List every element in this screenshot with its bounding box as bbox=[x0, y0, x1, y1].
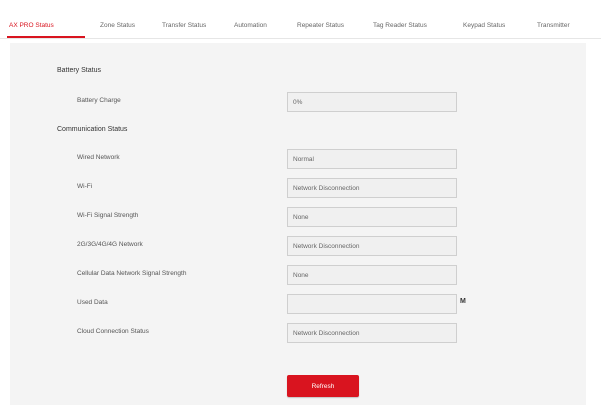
tab-keypad-status[interactable]: Keypad Status bbox=[463, 22, 505, 29]
refresh-button[interactable]: Refresh bbox=[287, 375, 359, 397]
tab-transmitter[interactable]: Transmitter bbox=[537, 22, 570, 29]
wifi-signal-strength-field[interactable] bbox=[287, 207, 457, 227]
tab-automation[interactable]: Automation bbox=[234, 22, 267, 29]
cellular-network-field[interactable] bbox=[287, 236, 457, 256]
cellular-signal-strength-field[interactable] bbox=[287, 265, 457, 285]
tab-zone-status[interactable]: Zone Status bbox=[100, 22, 135, 29]
cellular-signal-strength-label: Cellular Data Network Signal Strength bbox=[77, 270, 187, 277]
communication-section-title: Communication Status bbox=[57, 126, 128, 133]
cellular-network-label: 2G/3G/4G/4G Network bbox=[77, 241, 143, 248]
wired-network-field[interactable] bbox=[287, 149, 457, 169]
wifi-signal-strength-label: Wi-Fi Signal Strength bbox=[77, 212, 139, 219]
tab-ax-pro-status[interactable]: AX PRO Status bbox=[9, 22, 54, 29]
tab-tag-reader-status[interactable]: Tag Reader Status bbox=[373, 22, 427, 29]
used-data-field[interactable] bbox=[287, 294, 457, 314]
used-data-unit: M bbox=[460, 298, 466, 305]
cloud-connection-label: Cloud Connection Status bbox=[77, 328, 149, 335]
wired-network-label: Wired Network bbox=[77, 154, 120, 161]
battery-charge-label: Battery Charge bbox=[77, 97, 121, 104]
active-tab-indicator bbox=[7, 36, 85, 38]
tab-transfer-status[interactable]: Transfer Status bbox=[162, 22, 206, 29]
battery-charge-field[interactable] bbox=[287, 92, 457, 112]
tab-repeater-status[interactable]: Repeater Status bbox=[297, 22, 344, 29]
tab-bar: AX PRO Status Zone Status Transfer Statu… bbox=[0, 0, 601, 39]
wifi-field[interactable] bbox=[287, 178, 457, 198]
used-data-label: Used Data bbox=[77, 299, 108, 306]
battery-section-title: Battery Status bbox=[57, 67, 101, 74]
wifi-label: Wi-Fi bbox=[77, 183, 93, 190]
cloud-connection-field[interactable] bbox=[287, 323, 457, 343]
